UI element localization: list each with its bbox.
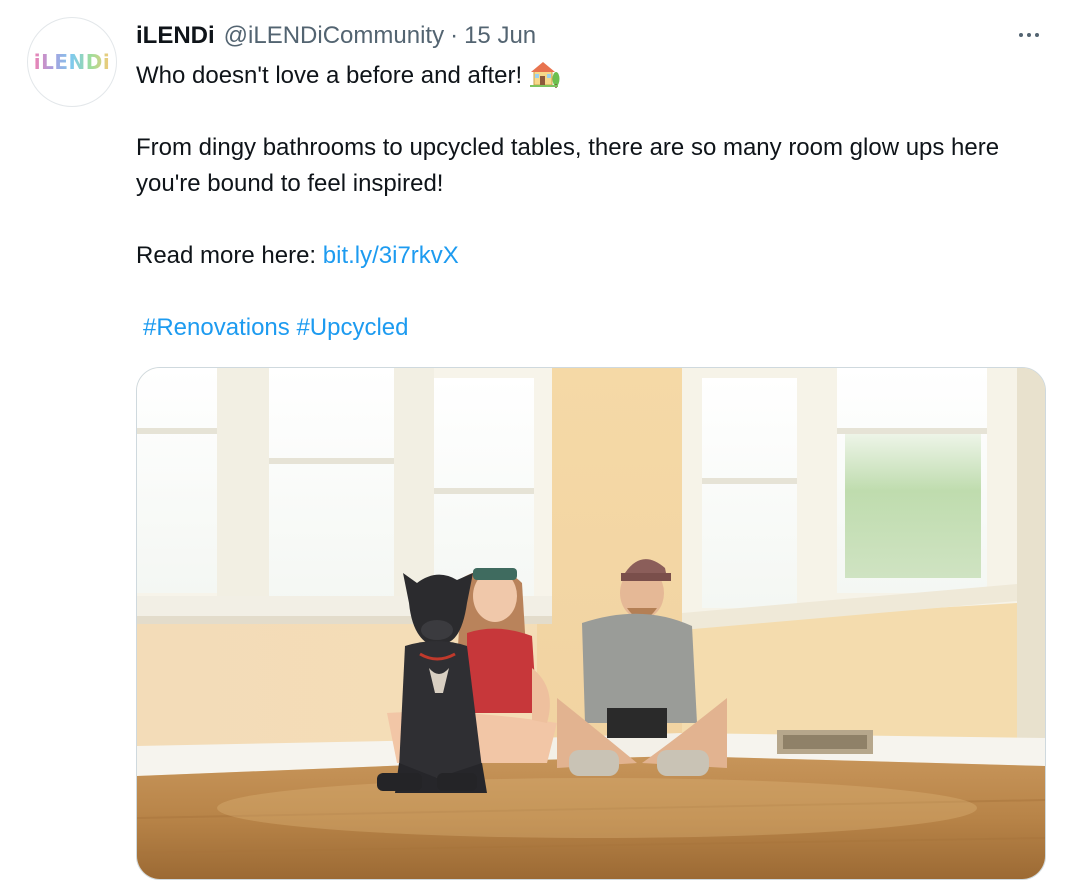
- tweet-text: Who doesn't love a before and after! Fro…: [136, 58, 1046, 346]
- tweet-paragraph-2: From dingy bathrooms to upcycled tables,…: [136, 134, 1000, 197]
- hashtag-upcycled[interactable]: #Upcycled: [296, 314, 408, 341]
- tweet[interactable]: iLENDi iLENDi @iLENDiCommunity · 15 Jun …: [0, 0, 1072, 894]
- tweet-media-photo[interactable]: [136, 367, 1046, 880]
- more-options-button[interactable]: [1012, 22, 1046, 48]
- display-name[interactable]: iLENDi: [136, 22, 215, 50]
- house-with-garden-emoji-icon: [530, 62, 560, 88]
- tweet-line-1-text: Who doesn't love a before and after!: [136, 62, 523, 89]
- separator-dot: ·: [450, 22, 459, 49]
- photo-image: [137, 368, 1045, 879]
- hashtag-renovations[interactable]: #Renovations: [143, 314, 290, 341]
- avatar-logo: iLENDi: [33, 50, 111, 74]
- more-horizontal-icon: [1019, 33, 1023, 37]
- more-horizontal-icon-dot: [1027, 33, 1031, 37]
- read-more-label: Read more here:: [136, 242, 323, 269]
- avatar[interactable]: iLENDi: [27, 17, 117, 107]
- more-horizontal-icon-dot: [1035, 33, 1039, 37]
- user-handle[interactable]: @iLENDiCommunity: [224, 22, 444, 50]
- tweet-link[interactable]: bit.ly/3i7rkvX: [323, 242, 459, 269]
- tweet-read-more: Read more here: bit.ly/3i7rkvX: [136, 238, 1046, 274]
- tweet-line-1: Who doesn't love a before and after!: [136, 58, 1046, 94]
- tweet-hashtags: #Renovations #Upcycled: [136, 310, 1046, 346]
- tweet-date[interactable]: 15 Jun: [464, 22, 536, 50]
- tweet-header: iLENDi @iLENDiCommunity · 15 Jun: [136, 18, 536, 54]
